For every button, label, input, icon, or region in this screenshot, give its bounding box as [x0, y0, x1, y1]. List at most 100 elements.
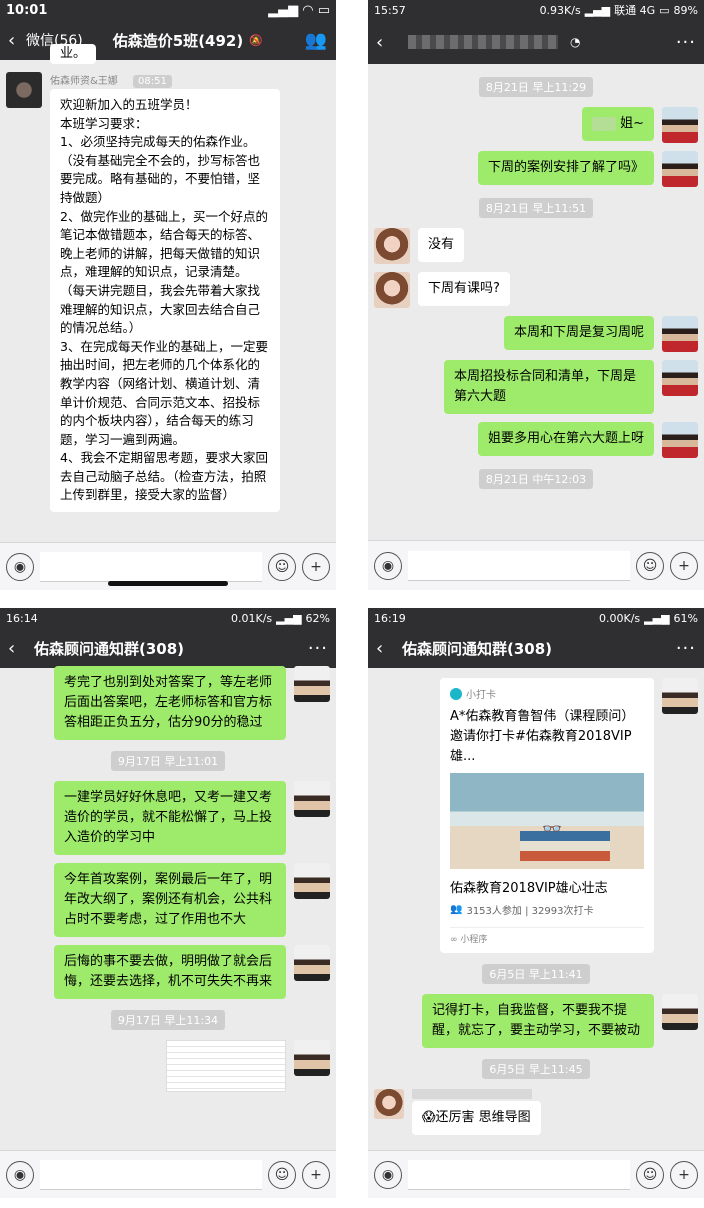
- message-bubble: 没有: [418, 228, 465, 262]
- avatar[interactable]: [374, 272, 410, 308]
- avatar[interactable]: [374, 228, 410, 264]
- message-item: 佑森师资&王娜 08:51 欢迎新加入的五班学员！ 本班学习要求： 1、必须坚持…: [6, 72, 330, 513]
- net-speed: 0.00K/s: [599, 611, 641, 625]
- message-fragment: 业。: [6, 44, 330, 64]
- message-bubble: 姐~: [582, 107, 654, 141]
- mini-program-card[interactable]: 小打卡 A*佑森教育鲁智伟（课程顾问）邀请你打卡#佑森教育2018VIP雄...…: [440, 678, 654, 953]
- voice-icon[interactable]: ◉: [374, 551, 402, 580]
- message-bubble: 本周和下周是复习周呢: [503, 316, 654, 350]
- card-name: 佑森教育2018VIP雄心壮志: [450, 881, 608, 896]
- avatar[interactable]: [6, 72, 42, 108]
- message-list[interactable]: 考完了也别到处对答案了，等左老师后面出答案吧，左老师标答和官方标答相距正负五分，…: [0, 664, 336, 1150]
- message-bubble: 下周的案例安排了解了吗》: [477, 151, 654, 185]
- message-item: 没有: [374, 228, 698, 264]
- message-bubble: 业。: [50, 44, 97, 64]
- avatar[interactable]: [374, 1089, 404, 1119]
- message-bubble: 今年首攻案例，案例最后一年了，明年改大纲了，案例还有机会，公共科占时不要考虑，过…: [54, 863, 286, 937]
- avatar[interactable]: [662, 678, 698, 714]
- emoji-icon[interactable]: ☺: [636, 551, 664, 580]
- avatar[interactable]: [662, 107, 698, 143]
- timestamp: 6月5日 早上11:45: [368, 1058, 704, 1079]
- avatar[interactable]: [662, 994, 698, 1030]
- message-item: 后悔的事不要去做，明明做了就会后悔，还要去选择，机不可失失不再来: [6, 945, 330, 999]
- status-bar: 10:01 ▂▄▆ ◠ ▭: [0, 0, 336, 20]
- message-list[interactable]: 8月21日 早上11:29 姐~ 下周的案例安排了解了吗》 8月21日 早上11…: [368, 66, 704, 542]
- back-icon[interactable]: ‹: [8, 638, 26, 659]
- book-shape: [520, 841, 610, 851]
- message-input[interactable]: [40, 1159, 262, 1190]
- more-icon[interactable]: ···: [676, 32, 696, 53]
- message-list[interactable]: 业。 佑森师资&王娜 08:51 欢迎新加入的五班学员！ 本班学习要求： 1、必…: [0, 44, 336, 542]
- avatar[interactable]: [294, 1040, 330, 1076]
- chat-screen-private: 15:57 0.93K/s ▂▄▆ 联通 4G ▭ 89% ‹ ◔ ··· 8月…: [368, 0, 704, 590]
- message-item: 本周招投标合同和清单，下周是第六大题: [374, 360, 698, 414]
- home-indicator: [108, 581, 228, 586]
- message-item: 下周有课吗?: [374, 272, 698, 308]
- back-icon[interactable]: ‹: [376, 32, 394, 53]
- signal-icon: ▂▄▆: [584, 3, 611, 17]
- emoji-icon[interactable]: ☺: [268, 552, 296, 581]
- timestamp: 9月17日 早上11:34: [0, 1009, 336, 1030]
- avatar[interactable]: [662, 316, 698, 352]
- chat-title-redacted: [408, 35, 558, 49]
- redacted-name: [592, 116, 617, 131]
- message-item: [6, 1040, 330, 1092]
- input-bar: ◉ ☺ +: [368, 1150, 704, 1198]
- plus-icon[interactable]: +: [302, 552, 330, 581]
- message-bubble: 一建学员好好休息吧，又考一建又考造价的学员，就不能松懈了，马上投入造价的学习中: [54, 781, 286, 855]
- avatar[interactable]: [294, 781, 330, 817]
- avatar[interactable]: [662, 422, 698, 458]
- avatar[interactable]: [662, 360, 698, 396]
- more-icon[interactable]: ···: [676, 638, 696, 659]
- chat-screen-class5: 10:01 ▂▄▆ ◠ ▭ ‹ 微信(56) 佑森造价5班(492) 🔕 👥 业…: [0, 0, 336, 590]
- chat-header: ‹ 佑森顾问通知群(308) ···: [368, 628, 704, 668]
- card-app-label: 小打卡: [450, 686, 644, 701]
- sunglasses-icon: 👓: [542, 819, 562, 838]
- voice-icon[interactable]: ◉: [6, 552, 34, 581]
- status-time: 16:14: [6, 611, 38, 625]
- status-bar: 16:14 0.01K/s ▂▄▆ 62%: [0, 608, 336, 628]
- battery-level: 61%: [673, 611, 698, 625]
- plus-icon[interactable]: +: [302, 1160, 330, 1189]
- signal-icon: ▂▄▆: [276, 611, 302, 625]
- message-input[interactable]: [408, 550, 630, 581]
- ear-icon: ◔: [570, 35, 581, 49]
- message-input[interactable]: [408, 1159, 630, 1190]
- voice-icon[interactable]: ◉: [6, 1160, 34, 1189]
- emoji-icon[interactable]: ☺: [636, 1160, 664, 1189]
- emoji-icon[interactable]: ☺: [268, 1160, 296, 1189]
- avatar[interactable]: [294, 666, 330, 702]
- status-bar: 15:57 0.93K/s ▂▄▆ 联通 4G ▭ 89%: [368, 0, 704, 20]
- message-item: 姐~: [374, 107, 698, 143]
- status-time: 16:19: [374, 611, 406, 625]
- timestamp: 8月21日 早上11:29: [368, 76, 704, 97]
- message-item: 小打卡 A*佑森教育鲁智伟（课程顾问）邀请你打卡#佑森教育2018VIP雄...…: [374, 678, 698, 953]
- battery-level: 62%: [305, 611, 330, 625]
- message-time: 08:51: [133, 75, 172, 88]
- avatar[interactable]: [662, 151, 698, 187]
- card-title: A*佑森教育鲁智伟（课程顾问）邀请你打卡#佑森教育2018VIP雄...: [450, 709, 635, 764]
- voice-icon[interactable]: ◉: [374, 1160, 402, 1189]
- message-bubble: 本周招投标合同和清单，下周是第六大题: [444, 360, 654, 414]
- status-time: 15:57: [374, 3, 406, 17]
- image-message-thumbnail[interactable]: [166, 1040, 286, 1092]
- chat-title: 佑森顾问通知群(308): [34, 639, 185, 658]
- message-bubble: 后悔的事不要去做，明明做了就会后悔，还要去选择，机不可失失不再来: [54, 945, 286, 999]
- more-icon[interactable]: ···: [308, 638, 328, 659]
- message-item: 考完了也别到处对答案了，等左老师后面出答案吧，左老师标答和官方标答相距正负五分，…: [6, 666, 330, 740]
- timestamp: 6月5日 早上11:41: [368, 963, 704, 984]
- battery-level: 89%: [673, 3, 698, 17]
- avatar[interactable]: [294, 863, 330, 899]
- avatar[interactable]: [294, 945, 330, 981]
- message-input[interactable]: [40, 551, 262, 582]
- message-item: 今年首攻案例，案例最后一年了，明年改大纲了，案例还有机会，公共科占时不要考虑，过…: [6, 863, 330, 937]
- plus-icon[interactable]: +: [670, 551, 698, 580]
- message-bubble: 姐要多用心在第六大题上呀: [477, 422, 654, 456]
- chat-screen-notice-group: 16:14 0.01K/s ▂▄▆ 62% ‹ 佑森顾问通知群(308) ···…: [0, 608, 336, 1198]
- book-shape: [520, 831, 610, 841]
- plus-icon[interactable]: +: [670, 1160, 698, 1189]
- timestamp: 8月21日 早上11:51: [368, 197, 704, 218]
- back-icon[interactable]: ‹: [376, 638, 394, 659]
- message-list[interactable]: 小打卡 A*佑森教育鲁智伟（课程顾问）邀请你打卡#佑森教育2018VIP雄...…: [368, 678, 704, 1150]
- message-item: 本周和下周是复习周呢: [374, 316, 698, 352]
